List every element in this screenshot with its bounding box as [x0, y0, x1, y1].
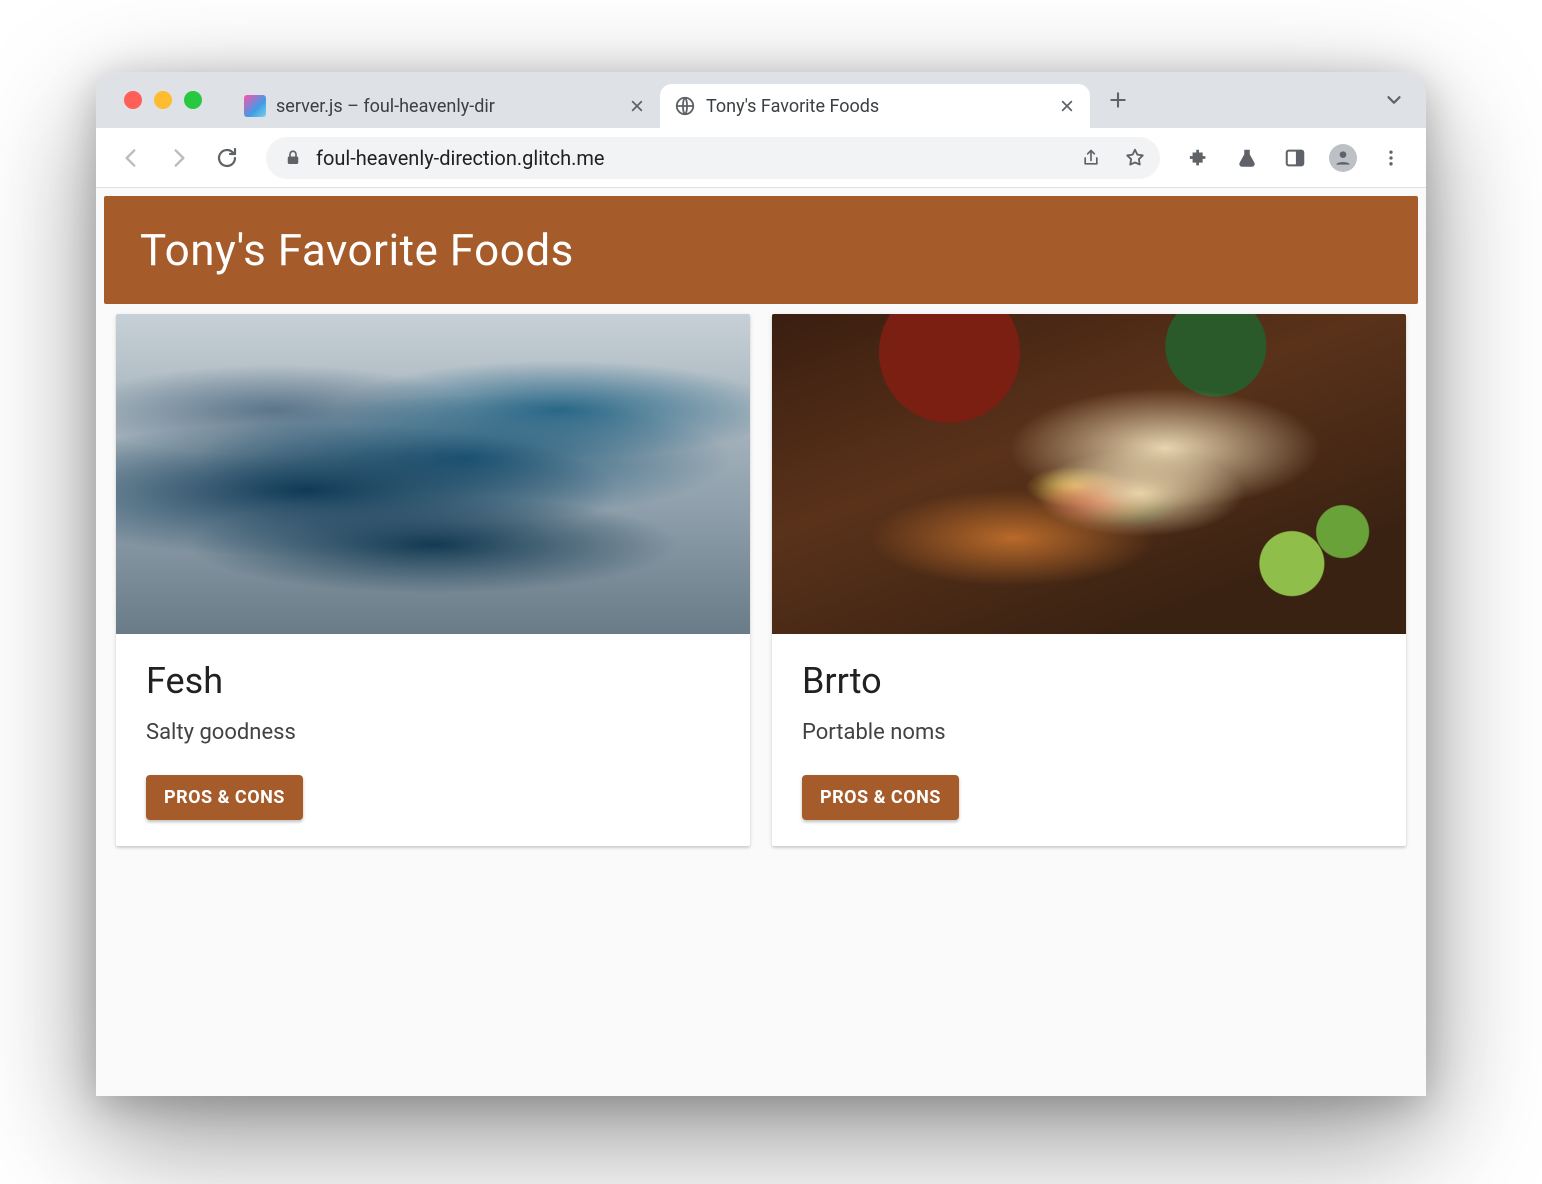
new-tab-button[interactable]	[1100, 82, 1136, 118]
card-title: Fesh	[146, 660, 720, 702]
tab-active[interactable]: Tony's Favorite Foods	[660, 84, 1090, 128]
reload-button[interactable]	[208, 139, 246, 177]
window-controls	[124, 91, 202, 109]
labs-button[interactable]	[1228, 139, 1266, 177]
share-icon[interactable]	[1076, 148, 1106, 168]
cards-row: Fesh Salty goodness PROS & CONS Brrto Po…	[96, 314, 1426, 846]
tab-label: server.js – foul-heavenly-dir	[276, 96, 618, 117]
back-button[interactable]	[112, 139, 150, 177]
globe-favicon-icon	[674, 95, 696, 117]
card-desc: Salty goodness	[146, 720, 720, 745]
window-close-button[interactable]	[124, 91, 142, 109]
toolbar: foul-heavenly-direction.glitch.me	[96, 128, 1426, 188]
page-title: Tony's Favorite Foods	[140, 224, 1382, 276]
window-minimize-button[interactable]	[154, 91, 172, 109]
forward-button[interactable]	[160, 139, 198, 177]
card-desc: Portable noms	[802, 720, 1376, 745]
close-tab-button[interactable]	[628, 97, 646, 115]
browser-window: server.js – foul-heavenly-dir Tony's Fav…	[96, 72, 1426, 1096]
tab-label: Tony's Favorite Foods	[706, 96, 1048, 117]
food-card-brrto: Brrto Portable noms PROS & CONS	[772, 314, 1406, 846]
tabs: server.js – foul-heavenly-dir Tony's Fav…	[230, 72, 1412, 128]
lock-icon	[284, 149, 302, 167]
card-title: Brrto	[802, 660, 1376, 702]
tab-inactive[interactable]: server.js – foul-heavenly-dir	[230, 84, 660, 128]
food-card-fesh: Fesh Salty goodness PROS & CONS	[116, 314, 750, 846]
window-zoom-button[interactable]	[184, 91, 202, 109]
address-bar[interactable]: foul-heavenly-direction.glitch.me	[266, 137, 1160, 179]
card-image-fish	[116, 314, 750, 634]
profile-button[interactable]	[1324, 139, 1362, 177]
pros-cons-button[interactable]: PROS & CONS	[802, 775, 959, 820]
tab-strip: server.js – foul-heavenly-dir Tony's Fav…	[96, 72, 1426, 128]
card-image-burrito	[772, 314, 1406, 634]
side-panel-button[interactable]	[1276, 139, 1314, 177]
bookmark-star-icon[interactable]	[1120, 147, 1150, 169]
url-text: foul-heavenly-direction.glitch.me	[316, 146, 1062, 170]
page-header: Tony's Favorite Foods	[104, 196, 1418, 304]
pros-cons-button[interactable]: PROS & CONS	[146, 775, 303, 820]
avatar-icon	[1329, 144, 1357, 172]
page-viewport: Tony's Favorite Foods Fesh Salty goodnes…	[96, 188, 1426, 1096]
glitch-favicon-icon	[244, 95, 266, 117]
close-tab-button[interactable]	[1058, 97, 1076, 115]
menu-button[interactable]	[1372, 139, 1410, 177]
tabs-menu-button[interactable]	[1376, 82, 1412, 118]
extensions-button[interactable]	[1180, 139, 1218, 177]
